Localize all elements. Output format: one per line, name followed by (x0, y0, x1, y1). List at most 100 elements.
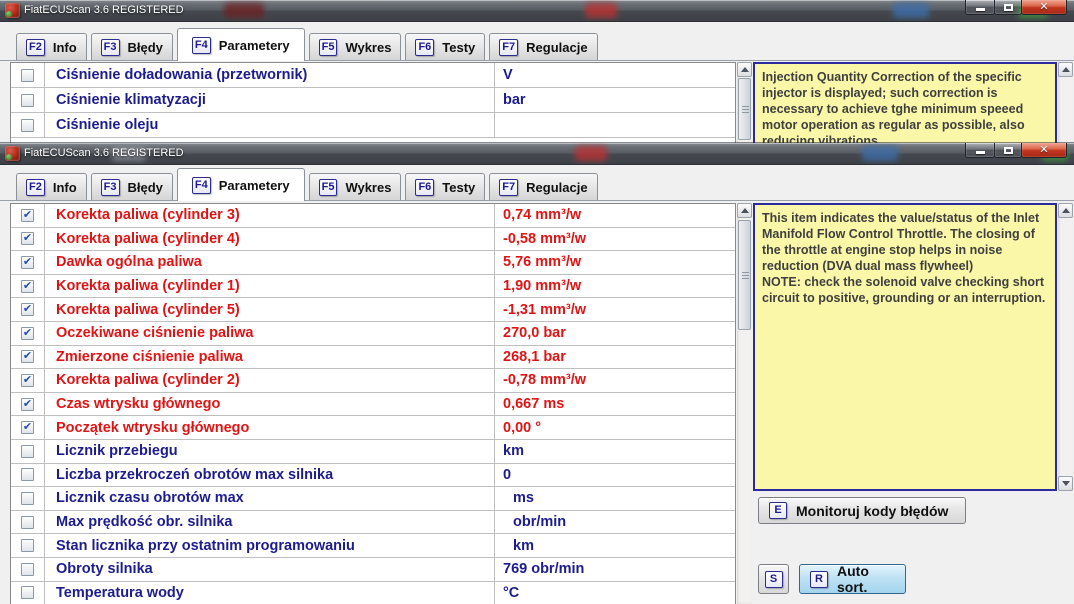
row-checkbox-checked[interactable] (21, 209, 34, 222)
tab-f5[interactable]: F5Wykres (309, 33, 402, 60)
minimize-icon (976, 151, 985, 154)
row-checkbox-checked[interactable] (21, 280, 34, 293)
scroll-up-icon[interactable] (1058, 62, 1073, 77)
row-checkbox[interactable] (21, 119, 34, 132)
titlebar[interactable]: FiatECUScan 3.6 REGISTERED (0, 143, 1074, 165)
row-checkbox-checked[interactable] (21, 398, 34, 411)
checkbox-cell (11, 346, 45, 369)
tab-f5[interactable]: F5Wykres (309, 173, 402, 200)
checkbox-cell (11, 558, 45, 581)
info-scrollbar[interactable] (1058, 203, 1073, 491)
tab-f7[interactable]: F7Regulacje (489, 173, 597, 200)
tab-f3[interactable]: F3Błędy (91, 33, 173, 60)
tab-f6[interactable]: F6Testy (405, 33, 485, 60)
tab-label: Błędy (128, 40, 163, 55)
tab-f2[interactable]: F2Info (16, 33, 87, 60)
table-row[interactable]: Obroty silnika769 obr/min (11, 558, 735, 582)
param-label: Licznik przebiegu (45, 440, 495, 463)
checkbox-cell (11, 487, 45, 510)
table-row[interactable]: Korekta paliwa (cylinder 3)0,74 mm³/w (11, 204, 735, 228)
table-row[interactable]: Korekta paliwa (cylinder 4)-0,58 mm³/w (11, 228, 735, 252)
row-checkbox-checked[interactable] (21, 350, 34, 363)
checkbox-cell (11, 511, 45, 534)
titlebar[interactable]: FiatECUScan 3.6 REGISTERED (0, 0, 1074, 22)
s-button[interactable]: S (758, 564, 789, 594)
scroll-up-icon[interactable] (737, 62, 752, 77)
table-row[interactable]: Ciśnienie doładowania (przetwornik)V (11, 63, 735, 88)
tab-f4[interactable]: F4Parametery (177, 168, 305, 201)
table-row[interactable]: Dawka ogólna paliwa5,76 mm³/w (11, 251, 735, 275)
param-label: Czas wtrysku głównego (45, 393, 495, 416)
table-row[interactable]: Zmierzone ciśnienie paliwa268,1 bar (11, 346, 735, 370)
row-checkbox[interactable] (21, 492, 34, 505)
param-label: Stan licznika przy ostatnim programowani… (45, 534, 495, 557)
checkbox-cell (11, 464, 45, 487)
minimize-button[interactable] (965, 0, 995, 15)
window-controls (966, 143, 1067, 158)
table-row[interactable]: Temperatura wody°C (11, 582, 735, 604)
minimize-button[interactable] (965, 143, 995, 158)
tab-key-badge: F3 (101, 179, 120, 196)
table-scrollbar[interactable] (737, 203, 752, 604)
table-row[interactable]: Stan licznika przy ostatnim programowani… (11, 534, 735, 558)
table-row[interactable]: Korekta paliwa (cylinder 1)1,90 mm³/w (11, 275, 735, 299)
checkbox-cell (11, 322, 45, 345)
table-row[interactable]: Korekta paliwa (cylinder 2)-0,78 mm³/w (11, 369, 735, 393)
checkbox-cell (11, 534, 45, 557)
param-value: 270,0 bar (495, 325, 735, 341)
tab-f3[interactable]: F3Błędy (91, 173, 173, 200)
window-title: FiatECUScan 3.6 REGISTERED (24, 4, 184, 16)
param-label: Korekta paliwa (cylinder 3) (45, 204, 495, 227)
row-checkbox-checked[interactable] (21, 327, 34, 340)
monitoruj-kody-bledow-button[interactable]: E Monitoruj kody błędów (758, 497, 966, 524)
checkbox-cell (11, 113, 45, 137)
tab-f6[interactable]: F6Testy (405, 173, 485, 200)
tab-f4[interactable]: F4Parametery (177, 28, 305, 61)
close-button[interactable] (1021, 143, 1067, 158)
tab-f7[interactable]: F7Regulacje (489, 33, 597, 60)
row-checkbox[interactable] (21, 468, 34, 481)
maximize-icon (1004, 147, 1013, 154)
param-value: 1,90 mm³/w (495, 278, 735, 294)
table-row[interactable]: Oczekiwane ciśnienie paliwa270,0 bar (11, 322, 735, 346)
row-checkbox-checked[interactable] (21, 256, 34, 269)
tab-key-badge: F4 (192, 37, 211, 54)
row-checkbox[interactable] (21, 94, 34, 107)
tab-key-badge: F4 (192, 177, 211, 194)
key-badge-e: E (769, 502, 787, 519)
row-checkbox[interactable] (21, 516, 34, 529)
table-row[interactable]: Korekta paliwa (cylinder 5)-1,31 mm³/w (11, 298, 735, 322)
glass-blob (862, 146, 898, 161)
table-row[interactable]: Czas wtrysku głównego0,667 ms (11, 393, 735, 417)
maximize-button[interactable] (994, 143, 1022, 158)
tab-key-badge: F7 (499, 39, 518, 56)
row-checkbox-checked[interactable] (21, 232, 34, 245)
scrollbar-thumb[interactable] (738, 220, 751, 330)
table-row[interactable]: Licznik przebiegukm (11, 440, 735, 464)
row-checkbox[interactable] (21, 69, 34, 82)
tab-label: Wykres (345, 180, 391, 195)
maximize-button[interactable] (994, 0, 1022, 15)
tab-strip: F2InfoF3BłędyF4ParameteryF5WykresF6Testy… (0, 27, 1074, 61)
table-row[interactable]: Początek wtrysku głównego0,00 ° (11, 416, 735, 440)
info-text: This item indicates the value/status of … (755, 205, 1055, 311)
scroll-down-icon[interactable] (1058, 476, 1073, 491)
row-checkbox-checked[interactable] (21, 303, 34, 316)
table-row[interactable]: Ciśnienie oleju (11, 113, 735, 138)
scroll-up-icon[interactable] (1058, 203, 1073, 218)
row-checkbox-checked[interactable] (21, 374, 34, 387)
tab-f2[interactable]: F2Info (16, 173, 87, 200)
table-row[interactable]: Ciśnienie klimatyzacjibar (11, 88, 735, 113)
row-checkbox[interactable] (21, 586, 34, 599)
scrollbar-thumb[interactable] (738, 78, 751, 140)
scroll-up-icon[interactable] (737, 203, 752, 218)
auto-sort-button[interactable]: R Auto sort. (799, 564, 906, 594)
row-checkbox[interactable] (21, 539, 34, 552)
table-row[interactable]: Licznik czasu obrotów maxms (11, 487, 735, 511)
row-checkbox[interactable] (21, 445, 34, 458)
row-checkbox-checked[interactable] (21, 421, 34, 434)
table-row[interactable]: Liczba przekroczeń obrotów max silnika0 (11, 464, 735, 488)
row-checkbox[interactable] (21, 563, 34, 576)
table-row[interactable]: Max prędkość obr. silnikaobr/min (11, 511, 735, 535)
close-button[interactable] (1021, 0, 1067, 15)
